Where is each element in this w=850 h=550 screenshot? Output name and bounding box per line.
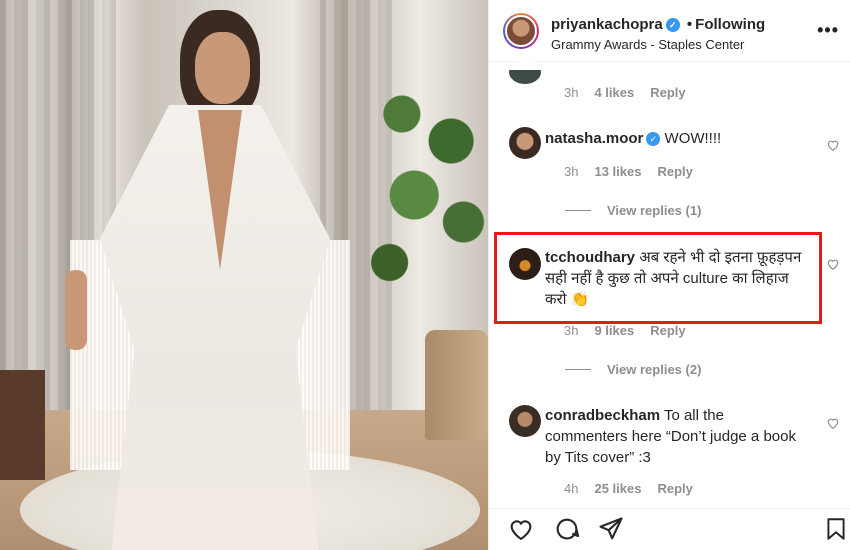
avatar	[505, 15, 537, 47]
comment-icon[interactable]	[553, 515, 583, 545]
avatar	[509, 60, 541, 84]
comment-username[interactable]: natasha.moor	[545, 130, 643, 147]
heart-outline-icon[interactable]	[826, 138, 840, 152]
heart-outline-icon[interactable]	[826, 257, 840, 271]
comment-time: 3h	[564, 85, 579, 100]
reply-button[interactable]: Reply	[650, 323, 685, 338]
post-header: priyankachopra ✓ • Following Grammy Awards…	[489, 0, 850, 62]
instagram-post-view: priyankachopra ✓ • Following Grammy Awards…	[0, 0, 850, 550]
view-replies-label: View replies (2)	[607, 362, 702, 377]
reply-button[interactable]: Reply	[657, 164, 692, 179]
comment-likes[interactable]: 9 likes	[594, 323, 634, 338]
header-line: priyankachopra ✓ • Following	[551, 16, 765, 33]
share-icon[interactable]	[597, 515, 627, 545]
face	[195, 32, 250, 104]
comment-likes[interactable]: 4 likes	[594, 85, 634, 100]
comment-text: conradbeckham To all the commenters here…	[545, 405, 805, 468]
more-options-icon[interactable]: •••	[817, 20, 839, 41]
avatar[interactable]	[509, 405, 541, 437]
action-bar	[489, 508, 850, 550]
view-replies-button[interactable]: View replies (1)	[565, 203, 701, 218]
divider	[565, 369, 591, 370]
story-ring[interactable]	[503, 13, 539, 49]
post-username[interactable]: priyankachopra	[551, 16, 663, 33]
bookmark-icon[interactable]	[823, 515, 850, 545]
comment-meta: 3h 13 likes Reply	[564, 164, 709, 179]
door	[0, 370, 45, 480]
reply-button[interactable]: Reply	[657, 481, 692, 496]
comment-text: natasha.moor ✓ WOW!!!!	[545, 128, 805, 149]
comment-likes[interactable]: 25 likes	[594, 481, 641, 496]
verified-icon: ✓	[646, 132, 661, 146]
comment-meta: 4h 25 likes Reply	[564, 481, 709, 496]
plant-pot	[425, 330, 488, 440]
comment-time: 3h	[564, 323, 579, 338]
arm	[65, 270, 87, 350]
view-replies-button[interactable]: View replies (2)	[565, 362, 701, 377]
post-photo[interactable]	[0, 0, 488, 550]
plant	[365, 60, 488, 330]
comment-likes[interactable]: 13 likes	[594, 164, 641, 179]
comment-time: 4h	[564, 481, 579, 496]
comment-body: WOW!!!!	[664, 130, 722, 147]
heart-icon[interactable]	[507, 515, 537, 545]
comment-meta: 3h 9 likes Reply	[564, 323, 702, 338]
view-replies-label: View replies (1)	[607, 203, 702, 218]
separator: •	[686, 16, 693, 33]
verified-icon: ✓	[665, 18, 680, 32]
location-link[interactable]: Grammy Awards - Staples Center	[551, 37, 744, 52]
comment-meta: 3h 4 likes Reply	[564, 85, 702, 100]
comment-username[interactable]: conradbeckham	[545, 407, 660, 424]
comment-time: 3h	[564, 164, 579, 179]
following-button[interactable]: Following	[695, 16, 765, 33]
avatar[interactable]	[509, 127, 541, 159]
heart-outline-icon[interactable]	[826, 416, 840, 430]
person-figure	[65, 10, 350, 550]
divider	[565, 210, 591, 211]
highlight-box	[494, 232, 822, 324]
reply-button[interactable]: Reply	[650, 85, 685, 100]
